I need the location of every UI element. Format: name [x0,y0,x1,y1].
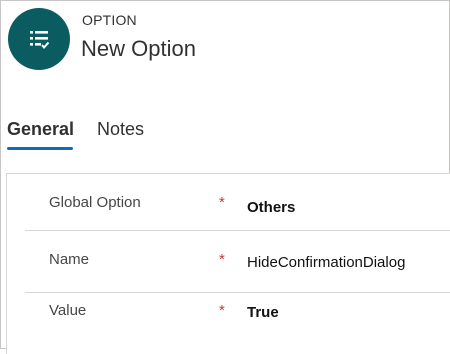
tab-notes[interactable]: Notes [97,119,144,148]
global-option-value[interactable]: Others [247,199,295,216]
list-check-icon [30,31,50,50]
value-label: Value [49,302,87,319]
field-row-value: Value * True [25,292,450,348]
value-input[interactable]: True [247,304,279,321]
selected-tab-indicator [7,147,73,150]
field-row-name: Name * HideConfirmationDialog [25,236,450,293]
entity-type-label: OPTION [82,12,137,28]
tab-general[interactable]: General [7,119,74,148]
required-marker: * [219,194,225,211]
required-marker: * [219,302,225,319]
entity-avatar [8,8,70,70]
name-input[interactable]: HideConfirmationDialog [247,254,405,271]
name-label: Name [49,251,90,268]
record-form-window: OPTION New Option General Notes Global O… [0,0,450,354]
field-row-global-option: Global Option * Others [25,174,450,231]
record-title: New Option [81,36,196,61]
general-form-section: Global Option * Others Name * HideConfir… [6,173,450,354]
required-marker: * [219,251,225,268]
global-option-label: Global Option [49,194,141,211]
